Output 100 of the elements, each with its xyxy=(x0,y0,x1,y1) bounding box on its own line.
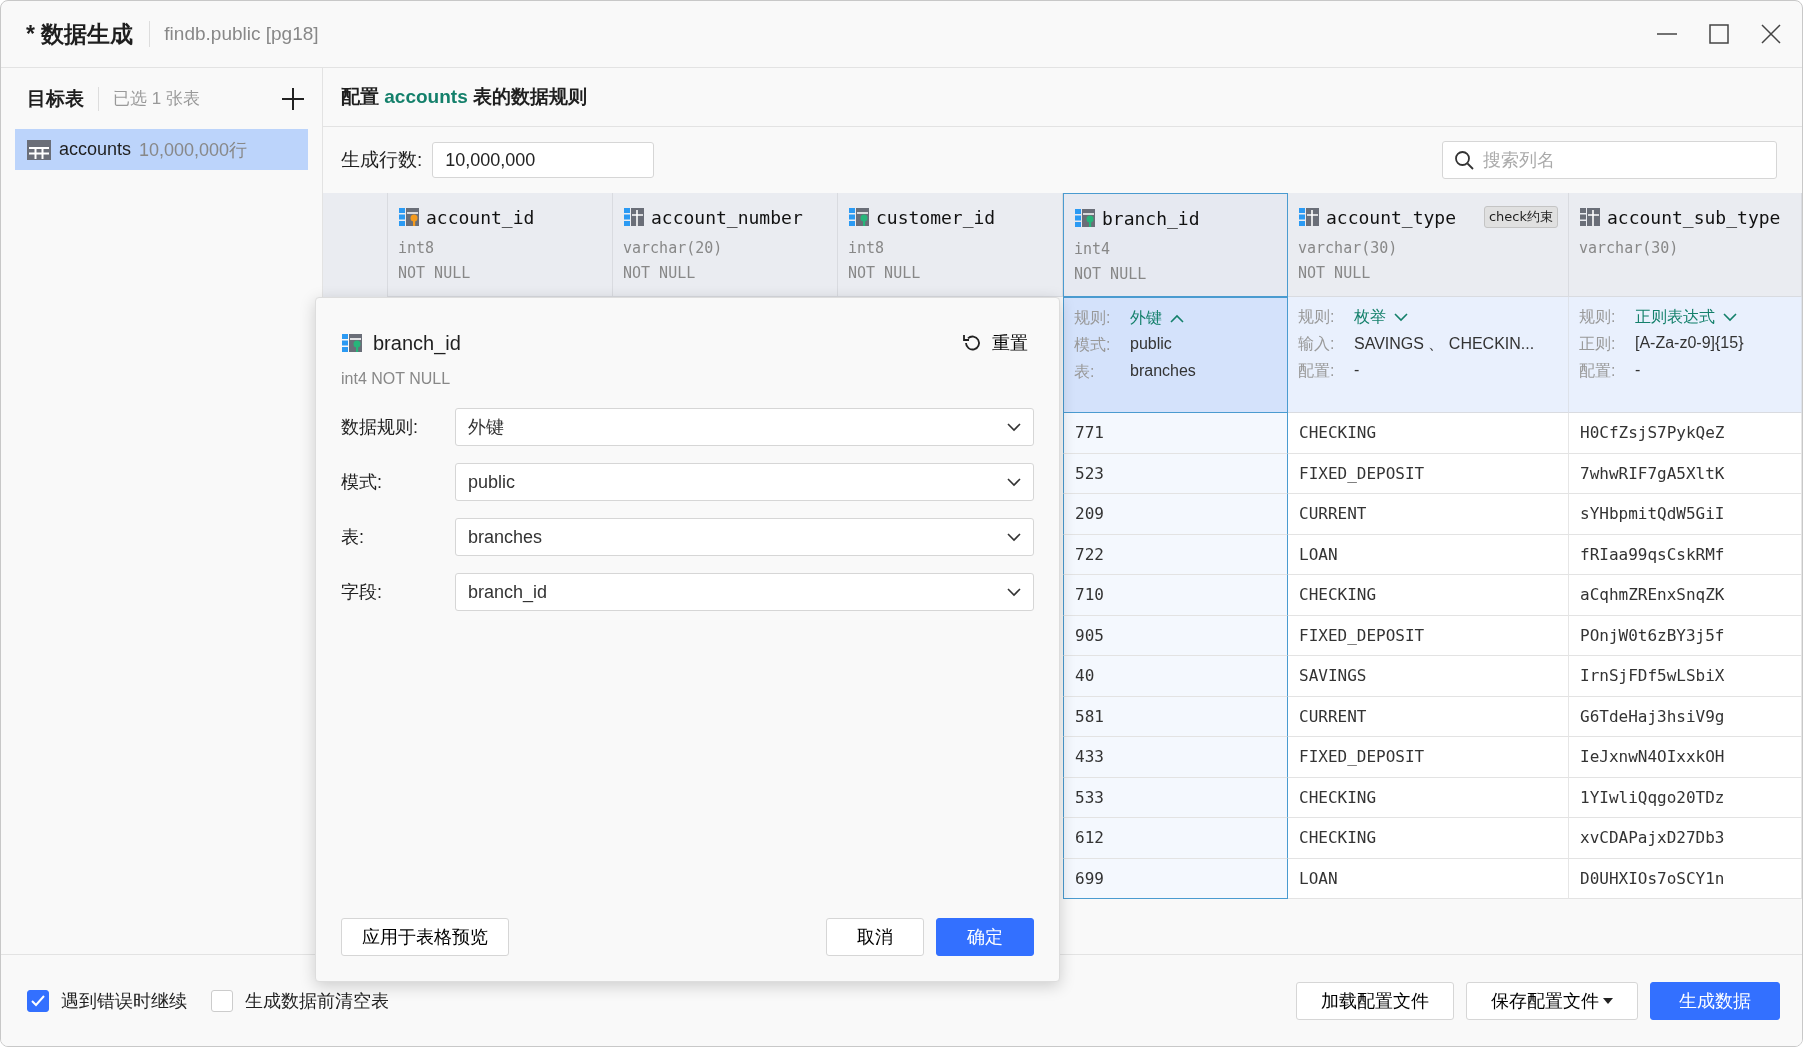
null-constraint: NOT NULL xyxy=(623,264,697,282)
table-cell: 612 xyxy=(1063,818,1288,859)
table-cell: 1YIwliQqgo20TDz xyxy=(1569,777,1802,818)
confirm-button[interactable]: 确定 xyxy=(936,918,1034,956)
column-icon xyxy=(1074,207,1096,229)
table-cell: CHECKING xyxy=(1288,575,1569,616)
chevron-icon xyxy=(1007,477,1021,487)
selected-count: 已选 1 张表 xyxy=(113,88,201,110)
dropdown[interactable]: branches xyxy=(455,518,1034,556)
column-type: int4 xyxy=(1074,240,1112,258)
reset-button[interactable]: 重置 xyxy=(956,324,1034,362)
table-icon xyxy=(27,139,51,160)
column-icon xyxy=(1298,206,1320,228)
column-header[interactable]: account_id int8 NOT NULL xyxy=(388,193,613,297)
field-label: 数据规则: xyxy=(341,416,419,439)
column-header[interactable]: branch_id int4 NOT NULL xyxy=(1063,193,1288,297)
column-type: int8 xyxy=(848,239,886,257)
field-label: 字段: xyxy=(341,581,383,604)
table-cell: aCqhmZREnxSnqZK xyxy=(1569,575,1802,616)
table-cell: CHECKING xyxy=(1288,818,1569,859)
table-cell: 433 xyxy=(1063,737,1288,778)
table-cell: H0CfZsjS7PykQeZ xyxy=(1569,413,1802,454)
table-cell: 40 xyxy=(1063,656,1288,697)
rule-cell[interactable]: 规则: 外键 模式: public 表: branches xyxy=(1063,297,1288,413)
column-icon xyxy=(398,206,420,228)
null-constraint: NOT NULL xyxy=(1298,264,1372,282)
null-constraint: NOT NULL xyxy=(1074,265,1148,283)
table-cell: IeJxnwN4OIxxkOH xyxy=(1569,737,1802,778)
checkbox[interactable] xyxy=(211,989,233,1012)
table-cell: LOAN xyxy=(1288,534,1569,575)
column-header[interactable]: customer_id int8 NOT NULL xyxy=(838,193,1063,297)
close-icon xyxy=(1760,23,1782,45)
table-cell: POnjW0t6zBY3j5f xyxy=(1569,615,1802,656)
generate-button[interactable]: 生成数据 xyxy=(1650,981,1780,1020)
null-constraint: NOT NULL xyxy=(398,264,472,282)
rule-cell[interactable]: 规则: 正则表达式 正则: [A-Za-z0-9]{15} 配置: - xyxy=(1569,297,1802,413)
row-count-label: 生成行数: xyxy=(341,148,423,172)
chevron-icon xyxy=(1007,587,1021,597)
table-cell: SAVINGS xyxy=(1288,656,1569,697)
table-cell: 7whwRIF7gA5XltK xyxy=(1569,453,1802,494)
sidebar-title: 目标表 xyxy=(27,86,84,111)
table-list-item[interactable]: accounts 10,000,000行 xyxy=(15,129,308,170)
popup-title: branch_id xyxy=(373,331,462,355)
table-cell: G6TdeHaj3hsiV9g xyxy=(1569,696,1802,737)
dropdown[interactable]: 外键 xyxy=(455,408,1034,446)
table-cell: 699 xyxy=(1063,858,1288,899)
column-type: int8 xyxy=(398,239,436,257)
apply-preview-button[interactable]: 应用于表格预览 xyxy=(341,918,509,956)
column-type: varchar(30) xyxy=(1298,239,1399,257)
table-cell: FIXED_DEPOSIT xyxy=(1288,453,1569,494)
null-constraint: NOT NULL xyxy=(848,264,922,282)
minimize-icon xyxy=(1657,33,1677,35)
table-cell: fRIaa99qsCskRMf xyxy=(1569,534,1802,575)
load-button[interactable]: 加载配置文件 xyxy=(1296,981,1454,1020)
rules-heading: 配置 accounts 表的数据规则 xyxy=(323,68,1802,127)
table-cell: 710 xyxy=(1063,575,1288,616)
reset-icon xyxy=(962,333,982,353)
column-icon xyxy=(848,206,870,228)
table-cell: D0UHXIOs7oSCY1n xyxy=(1569,858,1802,899)
table-cell: IrnSjFDf5wLSbiX xyxy=(1569,656,1802,697)
column-icon xyxy=(623,206,645,228)
checkbox[interactable] xyxy=(27,989,49,1012)
checkbox-label: 遇到错误时继续 xyxy=(61,989,187,1013)
table-cell: CHECKING xyxy=(1288,777,1569,818)
constraint-tag: check约束 xyxy=(1483,206,1558,228)
caret-icon xyxy=(1603,997,1613,1004)
field-label: 表: xyxy=(341,526,365,549)
table-cell: LOAN xyxy=(1288,858,1569,899)
table-cell: 523 xyxy=(1063,453,1288,494)
table-cell: 905 xyxy=(1063,615,1288,656)
table-cell: CHECKING xyxy=(1288,413,1569,454)
dropdown[interactable]: branch_id xyxy=(455,573,1034,611)
table-cell: 533 xyxy=(1063,777,1288,818)
cancel-button[interactable]: 取消 xyxy=(826,918,924,956)
maximize-icon xyxy=(1708,23,1730,45)
table-cell: 209 xyxy=(1063,494,1288,535)
rule-cell[interactable]: 规则: 枚举 输入: SAVINGS 、 CHECKIN... 配置: - xyxy=(1288,297,1569,413)
column-icon xyxy=(341,332,363,354)
window-title: * 数据生成 xyxy=(26,19,134,49)
field-label: 模式: xyxy=(341,471,383,494)
table-cell: 722 xyxy=(1063,534,1288,575)
table-cell: FIXED_DEPOSIT xyxy=(1288,737,1569,778)
column-header[interactable]: account_sub_type varchar(30) xyxy=(1569,193,1802,297)
check-icon xyxy=(31,994,45,1007)
table-cell: xvCDAPajxD27Db3 xyxy=(1569,818,1802,859)
dropdown[interactable]: public xyxy=(455,463,1034,501)
table-cell: CURRENT xyxy=(1288,696,1569,737)
column-type: varchar(30) xyxy=(1579,239,1680,257)
table-cell: 771 xyxy=(1063,413,1288,454)
column-header[interactable]: account_number varchar(20) NOT NULL xyxy=(613,193,838,297)
column-header[interactable]: account_type check约束 varchar(30) NOT NULL xyxy=(1288,193,1569,297)
table-cell: 581 xyxy=(1063,696,1288,737)
menu-button[interactable]: 保存配置文件 xyxy=(1466,981,1638,1020)
row-count-field[interactable]: 10,000,000 xyxy=(432,142,655,178)
search-field[interactable]: 搜索列名 xyxy=(1442,141,1777,179)
chevron-icon xyxy=(1007,422,1021,432)
checkbox-label: 生成数据前清空表 xyxy=(245,989,389,1013)
column-type: varchar(20) xyxy=(623,239,724,257)
column-icon xyxy=(1579,206,1601,228)
column-type: int4 NOT NULL xyxy=(341,370,452,388)
